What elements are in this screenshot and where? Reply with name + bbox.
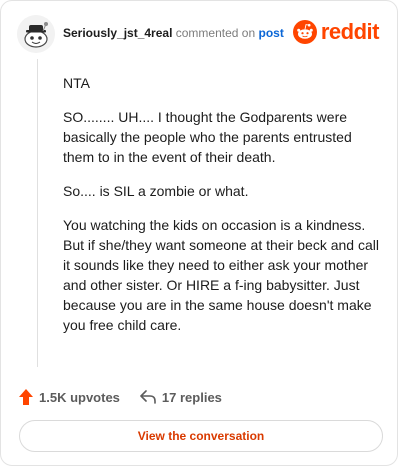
view-conversation-button[interactable]: View the conversation bbox=[19, 420, 383, 452]
comment-paragraph: You watching the kids on occasion is a k… bbox=[63, 217, 379, 333]
thread-line bbox=[37, 59, 38, 367]
reddit-brand[interactable]: reddit bbox=[292, 19, 380, 45]
comment-card: Seriously_jst_4real commented on post re… bbox=[0, 0, 398, 466]
reddit-logo-icon bbox=[292, 20, 317, 44]
comment-footer: 1.5K upvotes 17 replies bbox=[19, 387, 222, 407]
reply-arrow-icon bbox=[140, 390, 156, 404]
comment-meta: Seriously_jst_4real commented on post bbox=[63, 26, 284, 40]
action-text: commented on bbox=[175, 26, 256, 40]
upvote-arrow-icon bbox=[19, 389, 33, 405]
reply-count: 17 replies bbox=[161, 389, 222, 405]
comment-paragraph: NTA bbox=[63, 75, 90, 91]
reddit-wordmark: reddit bbox=[320, 19, 380, 44]
comment-paragraph: SO........ UH.... I thought the Godparen… bbox=[63, 109, 352, 165]
snoo-avatar-icon[interactable] bbox=[17, 15, 55, 53]
comment-paragraph: So.... is SIL a zombie or what. bbox=[63, 183, 249, 199]
upvote-count: 1.5K upvotes bbox=[39, 389, 120, 405]
comment-header: Seriously_jst_4real commented on post re… bbox=[17, 15, 383, 55]
post-link[interactable]: post bbox=[258, 26, 283, 40]
upvote-button[interactable]: 1.5K upvotes bbox=[19, 389, 120, 405]
replies-button[interactable]: 17 replies bbox=[140, 390, 222, 405]
comment-body: NTA SO........ UH.... I thought the Godp… bbox=[63, 73, 381, 349]
author-name[interactable]: Seriously_jst_4real bbox=[63, 26, 172, 40]
